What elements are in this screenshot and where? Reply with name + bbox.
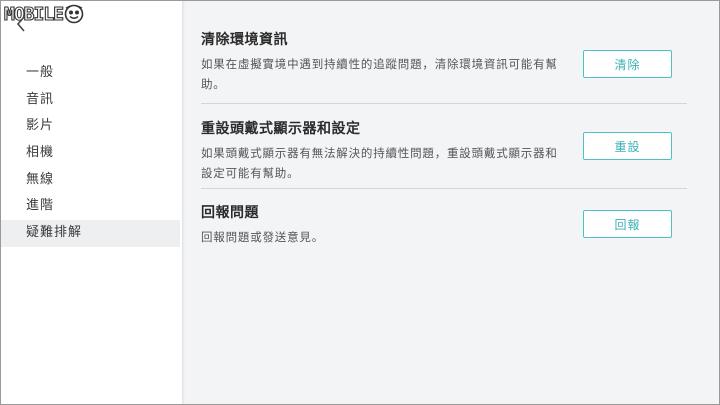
main-panel: 清除環境資訊 如果在虛擬實境中遇到持續性的追蹤問題，清除環境資訊可能有幫助。 清… bbox=[185, 1, 719, 404]
section-clear-environment: 清除環境資訊 bbox=[201, 29, 687, 49]
back-button[interactable] bbox=[12, 13, 30, 35]
sidebar-item-wireless[interactable]: 無線 bbox=[1, 167, 180, 194]
sidebar-item-label: 影片 bbox=[26, 118, 55, 134]
sidebar-item-camera[interactable]: 相機 bbox=[1, 140, 180, 167]
divider bbox=[201, 188, 687, 189]
sidebar-item-video[interactable]: 影片 bbox=[1, 113, 180, 140]
sidebar-item-label: 疑難排解 bbox=[26, 225, 83, 241]
sidebar-item-troubleshooting[interactable]: 疑難排解 bbox=[1, 220, 180, 247]
clear-button[interactable]: 清除 bbox=[583, 50, 672, 78]
sidebar-item-audio[interactable]: 音訊 bbox=[1, 87, 180, 114]
sidebar-item-advanced[interactable]: 進階 bbox=[1, 193, 180, 220]
section-description: 回報問題或發送意見。 bbox=[201, 230, 324, 244]
back-chevron-icon bbox=[16, 16, 25, 32]
sidebar-item-label: 無線 bbox=[26, 171, 55, 187]
sidebar-item-label: 一般 bbox=[26, 65, 55, 80]
sidebar-item-label: 相機 bbox=[26, 145, 55, 161]
sidebar: MOBILE 一般 音訊 影片 相機 無線 進階 疑難排解 bbox=[1, 1, 182, 404]
reset-button[interactable]: 重設 bbox=[583, 132, 672, 160]
logo-face-icon bbox=[64, 4, 84, 24]
sidebar-item-label: 進階 bbox=[26, 198, 55, 214]
report-button[interactable]: 回報 bbox=[583, 210, 672, 238]
section-description: 如果在虛擬實境中遇到持續性的追蹤問題，清除環境資訊可能有幫助。 bbox=[201, 57, 558, 91]
sidebar-item-label: 音訊 bbox=[26, 91, 55, 107]
section-description: 如果頭戴式顯示器有無法解決的持續性問題，重設頭戴式顯示器和設定可能有幫助。 bbox=[201, 146, 558, 180]
divider bbox=[201, 103, 687, 104]
sidebar-item-general[interactable]: 一般 bbox=[1, 60, 180, 87]
sidebar-nav: 一般 音訊 影片 相機 無線 進階 疑難排解 bbox=[1, 60, 180, 247]
section-title: 清除環境資訊 bbox=[201, 32, 288, 48]
settings-window: MOBILE 一般 音訊 影片 相機 無線 進階 疑難排解 清除環境資訊 如果在… bbox=[0, 0, 720, 405]
